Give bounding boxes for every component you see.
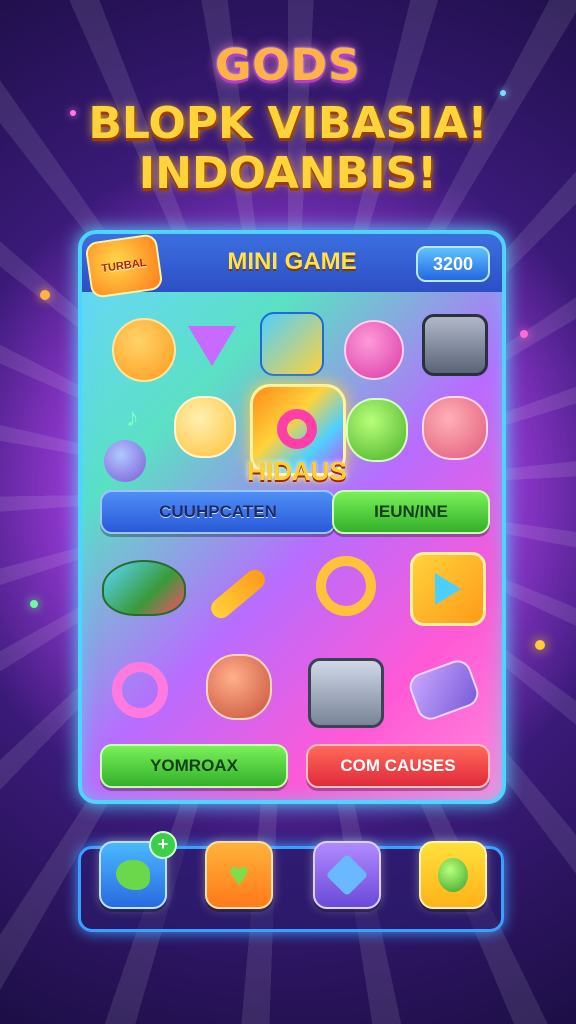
- triangle-gem-icon[interactable]: [188, 326, 236, 366]
- flag-icon[interactable]: [260, 312, 324, 376]
- cat-face-icon[interactable]: [174, 396, 236, 458]
- score-counter: 3200: [416, 246, 490, 282]
- heart-icon: ♥: [228, 856, 250, 894]
- sparkle: [520, 330, 528, 338]
- title-block: GODS BLOPK VIBASIA! INDOANBIS!: [0, 40, 576, 199]
- nav-heart-button[interactable]: ♥: [205, 841, 273, 909]
- badge-logo[interactable]: TURBAL: [84, 234, 164, 299]
- pencil-icon: [325, 853, 369, 897]
- headline-line2: INDOANBIS!: [138, 148, 438, 199]
- bear-face-icon[interactable]: [112, 318, 176, 382]
- com-causes-button[interactable]: COM CAUSES: [306, 744, 490, 788]
- panel-title: MINI GAME: [227, 248, 357, 275]
- bird-icon: [116, 860, 150, 890]
- sparkle: [30, 600, 38, 608]
- yomroax-button[interactable]: YOMROAX: [100, 744, 288, 788]
- sparkle: [40, 290, 50, 300]
- magic-ring-icon[interactable]: [112, 662, 168, 718]
- game-logo: GODS: [215, 40, 361, 91]
- brown-bear-icon[interactable]: [206, 654, 272, 720]
- music-note-icon: ♪: [126, 402, 139, 432]
- frog-icon[interactable]: [346, 398, 408, 462]
- game-panel: TURBAL MINI GAME 3200 ♪ HIDAUS CUUHPCATE…: [78, 230, 506, 804]
- ieunine-button[interactable]: IEUN/INE: [332, 490, 490, 534]
- wrench-icon[interactable]: [207, 565, 269, 623]
- sparkle: [535, 640, 545, 650]
- nav-bird-button[interactable]: +: [99, 831, 177, 909]
- add-badge[interactable]: +: [149, 831, 177, 859]
- nav-gem-button[interactable]: [419, 841, 487, 909]
- pig-bear-icon[interactable]: [422, 396, 488, 460]
- hammer-icon[interactable]: [405, 656, 483, 724]
- center-game-label: HIDAUS: [247, 456, 347, 486]
- cuuhpcaten-button[interactable]: CUUHPCATEN: [100, 490, 336, 534]
- nav-pencil-button[interactable]: [313, 841, 381, 909]
- pink-creature-icon[interactable]: [344, 320, 404, 380]
- gem-icon: [438, 858, 468, 892]
- target-ring-icon[interactable]: [316, 556, 376, 616]
- battery-icon[interactable]: [308, 658, 384, 728]
- bottom-nav-bar: + ♥: [78, 831, 504, 932]
- robot-icon[interactable]: [422, 314, 488, 376]
- headline-line1: BLOPK VIBASIA!: [88, 98, 488, 149]
- orb-creature-icon[interactable]: [104, 440, 146, 482]
- play-button-icon[interactable]: [410, 552, 486, 626]
- leaf-mushroom-icon[interactable]: [102, 560, 186, 616]
